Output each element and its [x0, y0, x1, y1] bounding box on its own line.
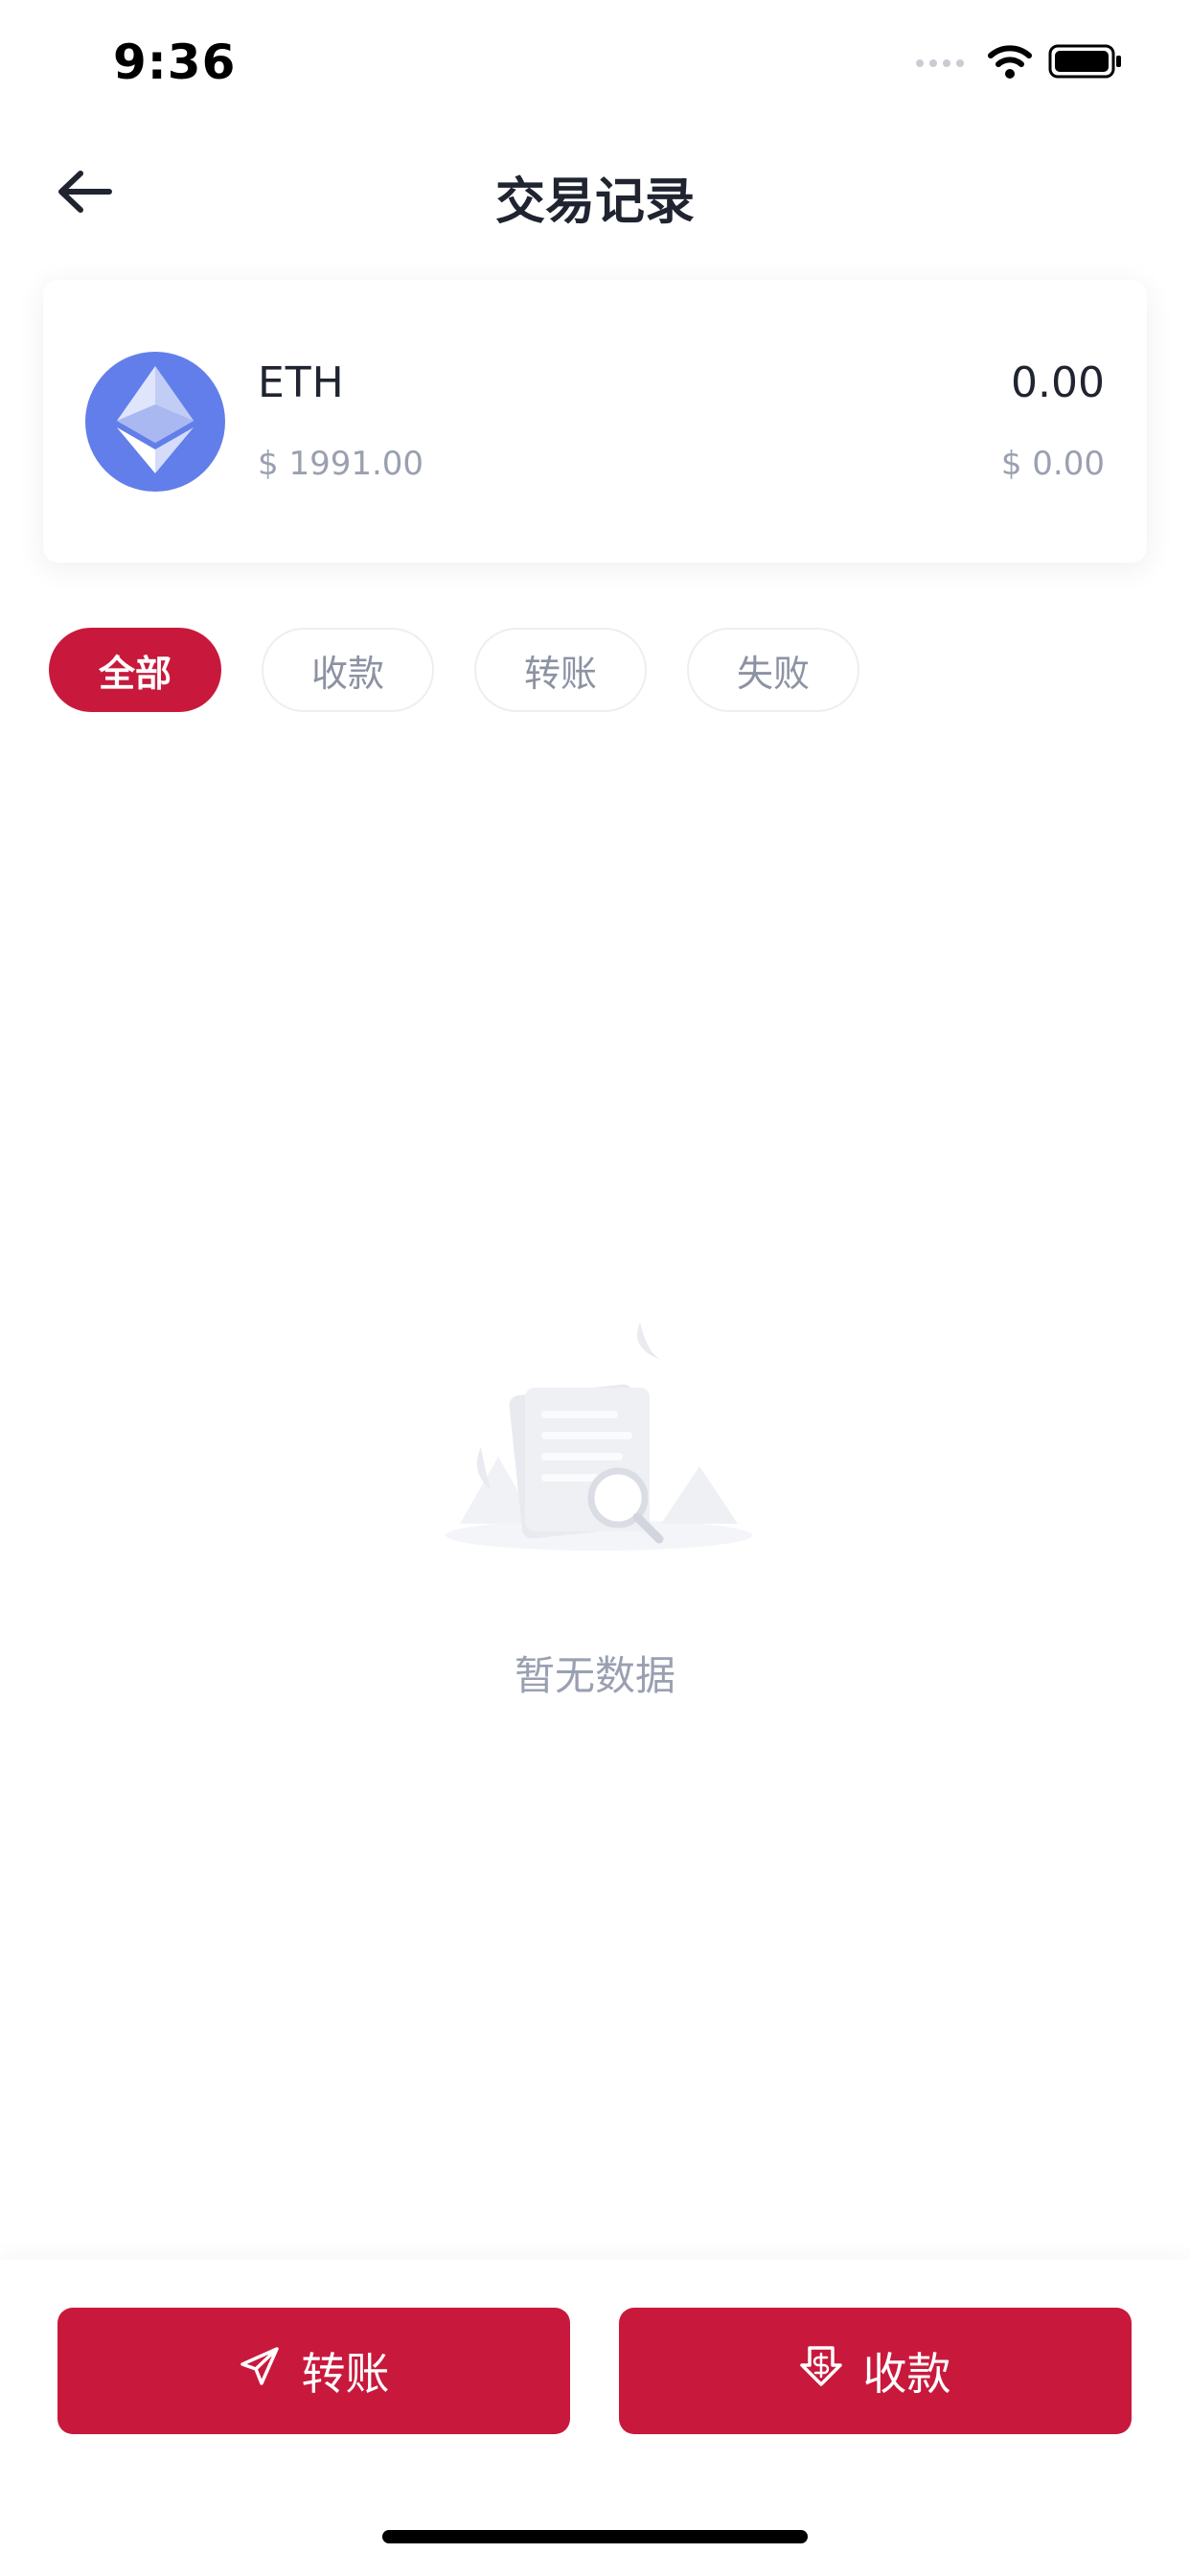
transfer-button[interactable]: 转账	[57, 2308, 570, 2434]
navigation-bar: 交易记录	[0, 134, 1190, 249]
send-icon	[239, 2345, 281, 2398]
battery-icon	[1048, 43, 1123, 83]
ethereum-icon	[117, 366, 194, 477]
eth-logo	[85, 352, 225, 492]
filter-failed[interactable]: 失败	[687, 628, 859, 712]
receive-icon	[799, 2344, 842, 2399]
coin-name: ETH	[258, 358, 345, 407]
coin-price: $ 1991.00	[258, 445, 424, 483]
wifi-icon	[987, 43, 1033, 83]
bottom-action-bar: 转账 收款	[0, 2260, 1190, 2576]
status-time: 9:36	[113, 34, 237, 90]
receive-button-label: 收款	[862, 2348, 951, 2400]
coin-value: $ 0.00	[1000, 445, 1105, 483]
document-search-icon	[441, 1313, 757, 1572]
filter-receive[interactable]: 收款	[262, 628, 434, 712]
status-icons	[914, 42, 1123, 84]
signal-icon	[914, 52, 972, 75]
receive-button[interactable]: 收款	[619, 2308, 1132, 2434]
filter-tabs: 全部 收款 转账 失败	[49, 628, 859, 716]
transaction-records-screen: 9:36 交易记录 ETH $ 1991.00 0.00 $ 0.00 全部 收…	[0, 0, 1190, 2576]
asset-card: ETH $ 1991.00 0.00 $ 0.00	[43, 280, 1147, 563]
filter-transfer[interactable]: 转账	[474, 628, 647, 712]
page-title: 交易记录	[494, 173, 695, 231]
status-bar: 9:36	[0, 0, 1190, 125]
coin-balance: 0.00	[1011, 358, 1105, 407]
empty-state-text: 暂无数据	[514, 1652, 675, 1699]
transfer-button-label: 转账	[301, 2348, 390, 2400]
home-indicator	[382, 2530, 808, 2543]
filter-all[interactable]: 全部	[49, 628, 221, 712]
